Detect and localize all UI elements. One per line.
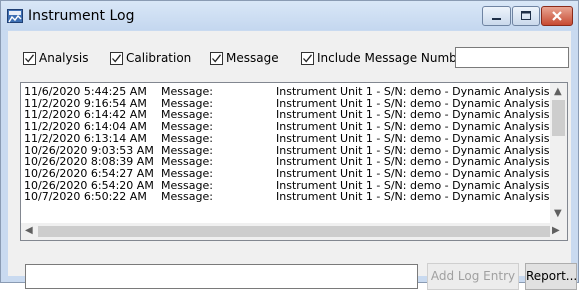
log-type: Message: bbox=[161, 166, 213, 180]
include-message-number-label: Include Message Number bbox=[317, 51, 470, 65]
check-icon bbox=[25, 53, 35, 63]
vertical-scroll-thumb[interactable] bbox=[552, 100, 565, 136]
include-message-number-checkbox[interactable]: Include Message Number bbox=[301, 50, 469, 66]
log-timestamp: 10/26/2020 6:54:20 AM bbox=[24, 178, 154, 192]
message-checkbox[interactable]: Message bbox=[210, 50, 279, 66]
title-bar[interactable]: Instrument Log bbox=[1, 1, 578, 30]
log-text: Instrument Unit 1 - S/N: demo - Dynamic … bbox=[276, 178, 552, 192]
log-listbox[interactable]: 11/6/2020 5:44:25 AM Message: Instrument U… bbox=[20, 82, 568, 241]
log-type: Message: bbox=[161, 143, 213, 157]
scroll-left-icon[interactable]: ◀ bbox=[25, 226, 33, 236]
calibration-checkbox[interactable]: Calibration bbox=[110, 50, 191, 66]
log-type: Message: bbox=[161, 108, 213, 122]
log-timestamp: 10/26/2020 8:08:39 AM bbox=[24, 155, 154, 169]
log-text: Instrument Unit 1 - S/N: demo - Dynamic … bbox=[276, 155, 552, 169]
log-type: Message: bbox=[161, 96, 213, 110]
analysis-checkbox[interactable]: Analysis bbox=[23, 50, 88, 66]
log-type: Message: bbox=[161, 85, 213, 98]
message-label: Message bbox=[226, 51, 279, 65]
checkbox-box bbox=[210, 51, 223, 65]
log-type: Message: bbox=[161, 120, 213, 134]
log-text: Instrument Unit 1 - S/N: demo - Dynamic … bbox=[276, 85, 552, 98]
log-text: Instrument Unit 1 - S/N: demo - Dynamic … bbox=[276, 166, 552, 180]
instrument-log-window: Instrument Log Analysis Calibration Mess… bbox=[0, 0, 579, 290]
log-text: Instrument Unit 1 - S/N: demo - Dynamic … bbox=[276, 143, 552, 157]
log-timestamp: 10/26/2020 6:54:27 AM bbox=[24, 166, 154, 180]
log-text: Instrument Unit 1 - S/N: demo - Dynamic … bbox=[276, 120, 552, 134]
report-button[interactable]: Report... bbox=[525, 263, 577, 290]
checkbox-box bbox=[23, 51, 36, 65]
log-timestamp: 11/2/2020 6:13:14 AM bbox=[24, 131, 147, 145]
check-icon bbox=[303, 53, 313, 63]
checkbox-box bbox=[110, 51, 123, 65]
check-icon bbox=[112, 53, 122, 63]
log-text: Instrument Unit 1 - S/N: demo - Dynamic … bbox=[276, 108, 552, 122]
instrument-app-icon bbox=[7, 8, 23, 24]
calibration-label: Calibration bbox=[126, 51, 192, 65]
scroll-up-icon[interactable]: ▲ bbox=[554, 87, 562, 97]
checkbox-box bbox=[301, 51, 314, 65]
log-type: Message: bbox=[161, 131, 213, 145]
add-log-entry-button[interactable]: Add Log Entry bbox=[427, 263, 519, 290]
scroll-right-icon[interactable]: ▶ bbox=[552, 226, 560, 236]
minimize-button[interactable] bbox=[482, 6, 511, 26]
log-type: Message: bbox=[161, 155, 213, 169]
log-timestamp: 11/2/2020 6:14:04 AM bbox=[24, 120, 147, 134]
vertical-scrollbar[interactable]: ▲ ▼ bbox=[550, 83, 567, 223]
log-type: Message: bbox=[161, 190, 213, 204]
log-timestamp: 11/6/2020 5:44:25 AM bbox=[24, 85, 147, 98]
scroll-down-icon[interactable]: ▼ bbox=[554, 209, 562, 219]
window-title: Instrument Log bbox=[28, 8, 135, 24]
message-number-input[interactable] bbox=[455, 47, 569, 68]
log-timestamp: 11/2/2020 6:14:42 AM bbox=[24, 108, 147, 122]
log-entry-input[interactable] bbox=[25, 264, 418, 289]
log-rows: 11/6/2020 5:44:25 AM Message: Instrument U… bbox=[22, 84, 552, 224]
analysis-label: Analysis bbox=[39, 51, 89, 65]
maximize-icon bbox=[521, 11, 531, 20]
log-text: Instrument Unit 1 - S/N: demo - Dynamic … bbox=[276, 131, 552, 145]
log-text: Instrument Unit 1 - S/N: demo - Dynamic … bbox=[276, 190, 552, 204]
close-icon bbox=[552, 11, 562, 21]
client-area: Analysis Calibration Message Include Mes… bbox=[8, 31, 577, 290]
horizontal-scroll-thumb[interactable] bbox=[38, 226, 550, 237]
log-timestamp: 11/2/2020 9:16:54 AM bbox=[24, 96, 147, 110]
close-button[interactable] bbox=[541, 6, 573, 26]
log-type: Message: bbox=[161, 178, 213, 192]
log-timestamp: 10/7/2020 6:50:22 AM bbox=[24, 190, 147, 204]
log-timestamp: 10/26/2020 9:03:53 AM bbox=[24, 143, 154, 157]
maximize-button[interactable] bbox=[512, 6, 540, 26]
log-text: Instrument Unit 1 - S/N: demo - Dynamic … bbox=[276, 96, 552, 110]
horizontal-scrollbar[interactable]: ◀ ▶ bbox=[21, 223, 567, 240]
minimize-icon bbox=[492, 18, 501, 20]
check-icon bbox=[212, 53, 222, 63]
